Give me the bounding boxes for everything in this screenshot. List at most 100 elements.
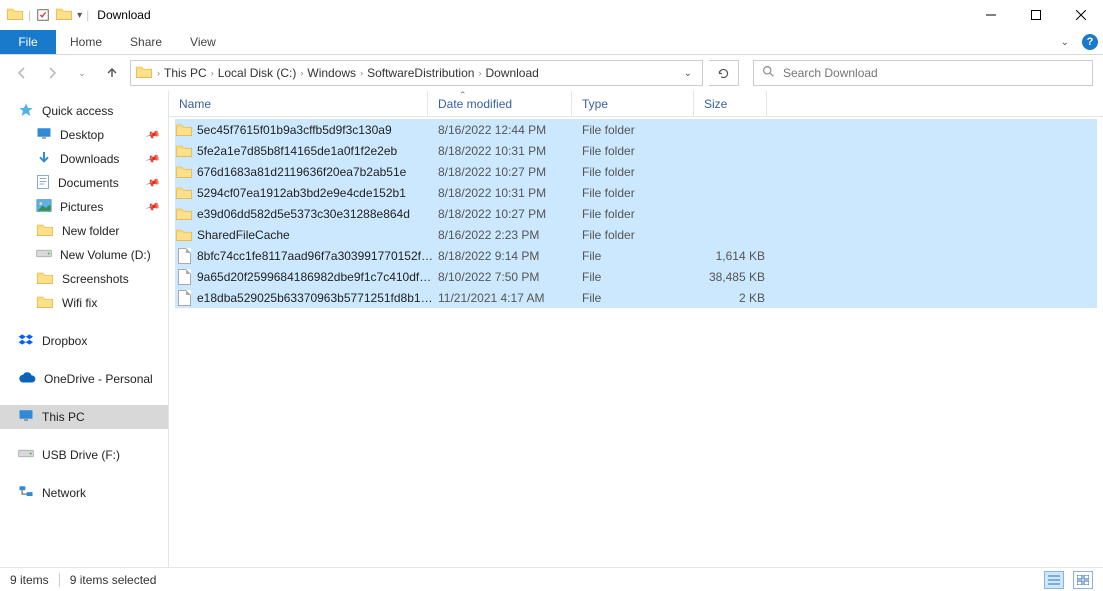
sidebar: Quick access Desktop 📌 Downloads 📌 Docum… (0, 91, 168, 567)
chevron-right-icon[interactable]: › (360, 68, 363, 78)
cell-type: File folder (578, 207, 700, 221)
chevron-right-icon[interactable]: › (157, 68, 160, 78)
tab-share[interactable]: Share (116, 30, 176, 54)
sidebar-quick-access[interactable]: Quick access (0, 99, 168, 123)
status-bar: 9 items 9 items selected (0, 567, 1103, 591)
close-button[interactable] (1058, 0, 1103, 30)
chevron-right-icon[interactable]: › (211, 68, 214, 78)
search-box[interactable] (753, 60, 1093, 86)
sidebar-thispc[interactable]: This PC (0, 405, 168, 429)
sidebar-usb[interactable]: USB Drive (F:) (0, 443, 168, 467)
folder-icon (6, 7, 24, 24)
sidebar-item-wififix[interactable]: Wifi fix (0, 291, 168, 315)
sidebar-item-label: Documents (58, 176, 119, 190)
folder-icon (175, 228, 193, 242)
cell-date: 8/10/2022 7:50 PM (434, 270, 578, 284)
table-row[interactable]: 8bfc74cc1fe8117aad96f7a303991770152f0...… (175, 245, 1097, 266)
nav-row: ⌄ › This PC › Local Disk (C:) › Windows … (0, 55, 1103, 91)
up-button[interactable] (100, 61, 124, 85)
refresh-button[interactable] (709, 60, 739, 86)
status-divider (59, 573, 60, 587)
network-icon (18, 485, 34, 501)
chevron-right-icon[interactable]: › (300, 68, 303, 78)
cell-name: 676d1683a81d2119636f20ea7b2ab51e (193, 165, 434, 179)
cell-type: File folder (578, 165, 700, 179)
cell-date: 8/16/2022 12:44 PM (434, 123, 578, 137)
sidebar-item-newvolume[interactable]: New Volume (D:) (0, 243, 168, 267)
address-bar[interactable]: › This PC › Local Disk (C:) › Windows › … (130, 60, 703, 86)
column-name[interactable]: Name (169, 91, 428, 116)
folder-icon (175, 186, 193, 200)
cell-size: 38,485 KB (700, 270, 773, 284)
cell-name: 8bfc74cc1fe8117aad96f7a303991770152f0... (193, 249, 434, 263)
folder-icon (175, 144, 193, 158)
tab-home[interactable]: Home (56, 30, 116, 54)
column-size[interactable]: Size (694, 91, 767, 116)
cell-size: 1,614 KB (700, 249, 773, 263)
maximize-button[interactable] (1013, 0, 1058, 30)
search-input[interactable] (783, 66, 1084, 80)
qat-folder-icon[interactable] (55, 7, 73, 24)
window-title: Download (89, 8, 150, 22)
cell-name: 5fe2a1e7d85b8f14165de1a0f1f2e2eb (193, 144, 434, 158)
sidebar-item-label: Downloads (60, 152, 119, 166)
status-count: 9 items (10, 573, 49, 587)
sidebar-item-newfolder[interactable]: New folder (0, 219, 168, 243)
table-row[interactable]: 9a65d20f2599684186982dbe9f1c7c410df8...8… (175, 266, 1097, 287)
pictures-icon (36, 199, 52, 215)
column-type[interactable]: Type (572, 91, 694, 116)
view-details-button[interactable] (1044, 571, 1064, 589)
properties-icon[interactable] (35, 7, 51, 23)
minimize-button[interactable] (968, 0, 1013, 30)
recent-dropdown[interactable]: ⌄ (70, 61, 94, 85)
sidebar-onedrive[interactable]: OneDrive - Personal (0, 367, 168, 391)
cell-date: 8/18/2022 9:14 PM (434, 249, 578, 263)
cell-date: 8/18/2022 10:31 PM (434, 186, 578, 200)
cell-type: File folder (578, 186, 700, 200)
folder-icon (175, 123, 193, 137)
address-dropdown-icon[interactable]: ⌄ (678, 68, 698, 79)
breadcrumb[interactable]: Windows (307, 66, 356, 80)
sidebar-network[interactable]: Network (0, 481, 168, 505)
cell-size: 2 KB (700, 291, 773, 305)
table-row[interactable]: 676d1683a81d2119636f20ea7b2ab51e8/18/202… (175, 161, 1097, 182)
breadcrumb[interactable]: Download (485, 66, 538, 80)
table-row[interactable]: 5ec45f7615f01b9a3cffb5d9f3c130a98/16/202… (175, 119, 1097, 140)
ribbon: File Home Share View ⌄ ? (0, 30, 1103, 55)
sidebar-item-label: Screenshots (62, 272, 129, 286)
tab-view[interactable]: View (176, 30, 230, 54)
cell-type: File (578, 270, 700, 284)
breadcrumb[interactable]: SoftwareDistribution (367, 66, 474, 80)
table-row[interactable]: 5fe2a1e7d85b8f14165de1a0f1f2e2eb8/18/202… (175, 140, 1097, 161)
table-row[interactable]: SharedFileCache8/16/2022 2:23 PMFile fol… (175, 224, 1097, 245)
chevron-right-icon[interactable]: › (478, 68, 481, 78)
content-pane: Name ⌃ Date modified Type Size 5ec45f761… (168, 91, 1103, 567)
cell-date: 8/16/2022 2:23 PM (434, 228, 578, 242)
view-large-button[interactable] (1073, 571, 1093, 589)
sidebar-item-downloads[interactable]: Downloads 📌 (0, 147, 168, 171)
qat-dropdown-icon[interactable]: ▾ (77, 10, 82, 21)
forward-button[interactable] (40, 61, 64, 85)
sidebar-item-label: This PC (42, 410, 85, 424)
sidebar-item-documents[interactable]: Documents 📌 (0, 171, 168, 195)
cloud-icon (18, 372, 36, 387)
sidebar-item-screenshots[interactable]: Screenshots (0, 267, 168, 291)
table-row[interactable]: e18dba529025b63370963b5771251fd8b1c...11… (175, 287, 1097, 308)
dropbox-icon (18, 332, 34, 351)
search-icon (762, 65, 775, 81)
breadcrumb[interactable]: This PC (164, 66, 207, 80)
sidebar-item-desktop[interactable]: Desktop 📌 (0, 123, 168, 147)
help-button[interactable]: ? (1077, 30, 1103, 54)
column-date[interactable]: Date modified (428, 91, 572, 116)
file-icon (175, 248, 193, 264)
sidebar-item-pictures[interactable]: Pictures 📌 (0, 195, 168, 219)
table-row[interactable]: 5294cf07ea1912ab3bd2e9e4cde152b18/18/202… (175, 182, 1097, 203)
ribbon-expand-icon[interactable]: ⌄ (1053, 30, 1077, 54)
file-tab[interactable]: File (0, 30, 56, 54)
back-button[interactable] (10, 61, 34, 85)
table-row[interactable]: e39d06dd582d5e5373c30e31288e864d8/18/202… (175, 203, 1097, 224)
sidebar-dropbox[interactable]: Dropbox (0, 329, 168, 353)
sort-indicator-icon: ⌃ (459, 90, 467, 101)
file-list: 5ec45f7615f01b9a3cffb5d9f3c130a98/16/202… (169, 117, 1103, 567)
breadcrumb[interactable]: Local Disk (C:) (218, 66, 297, 80)
